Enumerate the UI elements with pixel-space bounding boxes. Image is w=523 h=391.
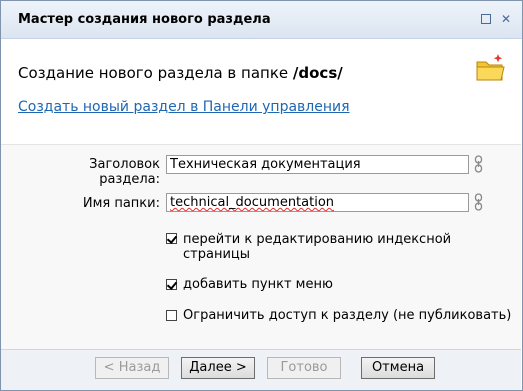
divider	[1, 144, 521, 145]
cancel-button[interactable]: Отмена	[361, 357, 435, 379]
folder-name-input[interactable]: technical_documentation	[166, 193, 469, 212]
edit-index-checkbox[interactable]	[166, 233, 177, 244]
chain-link-icon[interactable]	[474, 193, 483, 211]
folder-name-label: Имя папки:	[82, 196, 160, 211]
control-panel-link[interactable]: Создать новый раздел в Панели управления	[18, 99, 350, 115]
page-heading: Создание нового раздела в папке /docs/	[18, 64, 343, 82]
heading-text: Создание нового раздела в папке	[18, 64, 289, 82]
restrict-access-checkbox[interactable]	[166, 310, 177, 321]
close-icon[interactable]: ✕	[500, 13, 512, 25]
add-menu-item-label[interactable]: добавить пункт меню	[183, 277, 333, 292]
restrict-access-label[interactable]: Ограничить доступ к разделу (не публиков…	[183, 308, 511, 323]
chain-link-icon[interactable]	[474, 155, 483, 173]
button-bar	[1, 349, 521, 390]
title-bar[interactable]: Мастер создания нового раздела ✕	[1, 1, 522, 39]
back-button[interactable]: < Назад	[95, 357, 169, 379]
folder-name-value: technical_documentation	[170, 195, 335, 210]
folder-new-icon	[476, 54, 505, 81]
next-button[interactable]: Далее >	[181, 357, 255, 379]
maximize-icon[interactable]	[480, 13, 492, 25]
done-button[interactable]: Готово	[267, 357, 341, 379]
edit-index-label[interactable]: перейти к редактированию индексной стран…	[183, 232, 483, 262]
section-title-label: Заголовок раздела:	[89, 157, 160, 187]
add-menu-item-checkbox[interactable]	[166, 279, 177, 290]
heading-folder: /docs/	[292, 64, 343, 82]
window-title: Мастер создания нового раздела	[18, 12, 271, 27]
section-title-input[interactable]: Техническая документация	[166, 155, 469, 174]
